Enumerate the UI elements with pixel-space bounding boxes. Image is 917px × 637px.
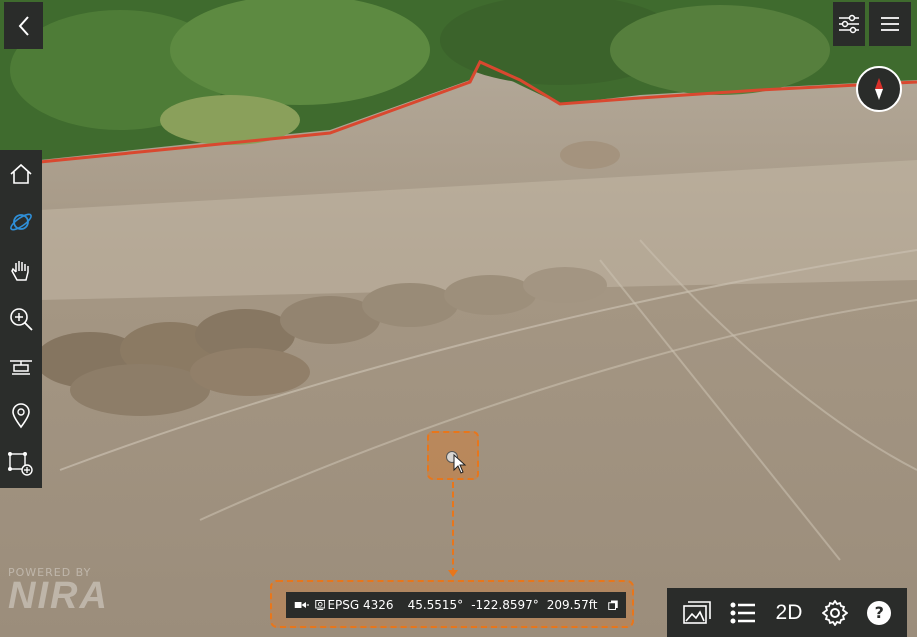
globe-marker-icon bbox=[315, 600, 326, 610]
3d-scene-view[interactable] bbox=[0, 0, 917, 637]
latitude-value: 45.5515° bbox=[407, 598, 464, 612]
map-pin-icon bbox=[12, 402, 30, 428]
copy-icon[interactable] bbox=[607, 598, 618, 612]
compass-button[interactable] bbox=[856, 66, 902, 112]
orbit-icon bbox=[10, 213, 32, 231]
pan-tool-button[interactable] bbox=[0, 247, 42, 295]
settings-button[interactable] bbox=[821, 599, 848, 626]
home-button[interactable] bbox=[0, 150, 42, 198]
main-menu-button[interactable] bbox=[869, 2, 911, 46]
callout-line bbox=[452, 482, 454, 574]
nira-brand-logo: POWERED BY NIRA bbox=[8, 566, 109, 618]
mouse-pointer-icon bbox=[453, 454, 467, 474]
bottom-toolbar: 2D ? bbox=[667, 588, 907, 637]
elevation-value: 209.57ft bbox=[546, 598, 598, 612]
chevron-left-icon bbox=[18, 15, 29, 36]
top-right-toolbar bbox=[833, 2, 911, 46]
layers-list-button[interactable] bbox=[730, 602, 756, 624]
gallery-button[interactable] bbox=[682, 600, 711, 625]
drone-icon bbox=[10, 360, 32, 376]
view-mode-toggle[interactable]: 2D bbox=[776, 601, 803, 625]
help-icon: ? bbox=[867, 600, 892, 625]
annotation-tool-button[interactable] bbox=[0, 440, 42, 488]
image-gallery-icon bbox=[682, 600, 711, 624]
crs-label: EPSG 4326 bbox=[327, 598, 394, 612]
longitude-value: -122.8597° bbox=[471, 598, 539, 612]
back-button[interactable] bbox=[4, 2, 43, 49]
sliders-icon bbox=[839, 14, 859, 34]
flight-tool-button[interactable] bbox=[0, 343, 42, 391]
compass-icon bbox=[875, 78, 883, 100]
filters-button[interactable] bbox=[833, 2, 865, 46]
brand-name: NIRA bbox=[8, 575, 109, 617]
location-tool-button[interactable] bbox=[0, 391, 42, 439]
add-annotation-icon bbox=[8, 451, 33, 476]
list-icon bbox=[730, 602, 756, 623]
zoom-tool-button[interactable] bbox=[0, 295, 42, 343]
hand-pan-icon bbox=[11, 260, 29, 281]
home-icon bbox=[10, 164, 32, 184]
hamburger-menu-icon bbox=[881, 17, 899, 31]
zoom-in-icon bbox=[10, 308, 33, 331]
help-button[interactable]: ? bbox=[867, 600, 892, 625]
coordinates-bar: EPSG 4326 45.5515° -122.8597° 209.57ft bbox=[286, 592, 626, 618]
callout-arrow bbox=[448, 570, 458, 577]
gear-icon bbox=[821, 599, 848, 626]
camera-icon[interactable] bbox=[294, 598, 309, 612]
orbit-tool-button[interactable] bbox=[0, 198, 42, 246]
tool-sidebar bbox=[0, 150, 42, 488]
